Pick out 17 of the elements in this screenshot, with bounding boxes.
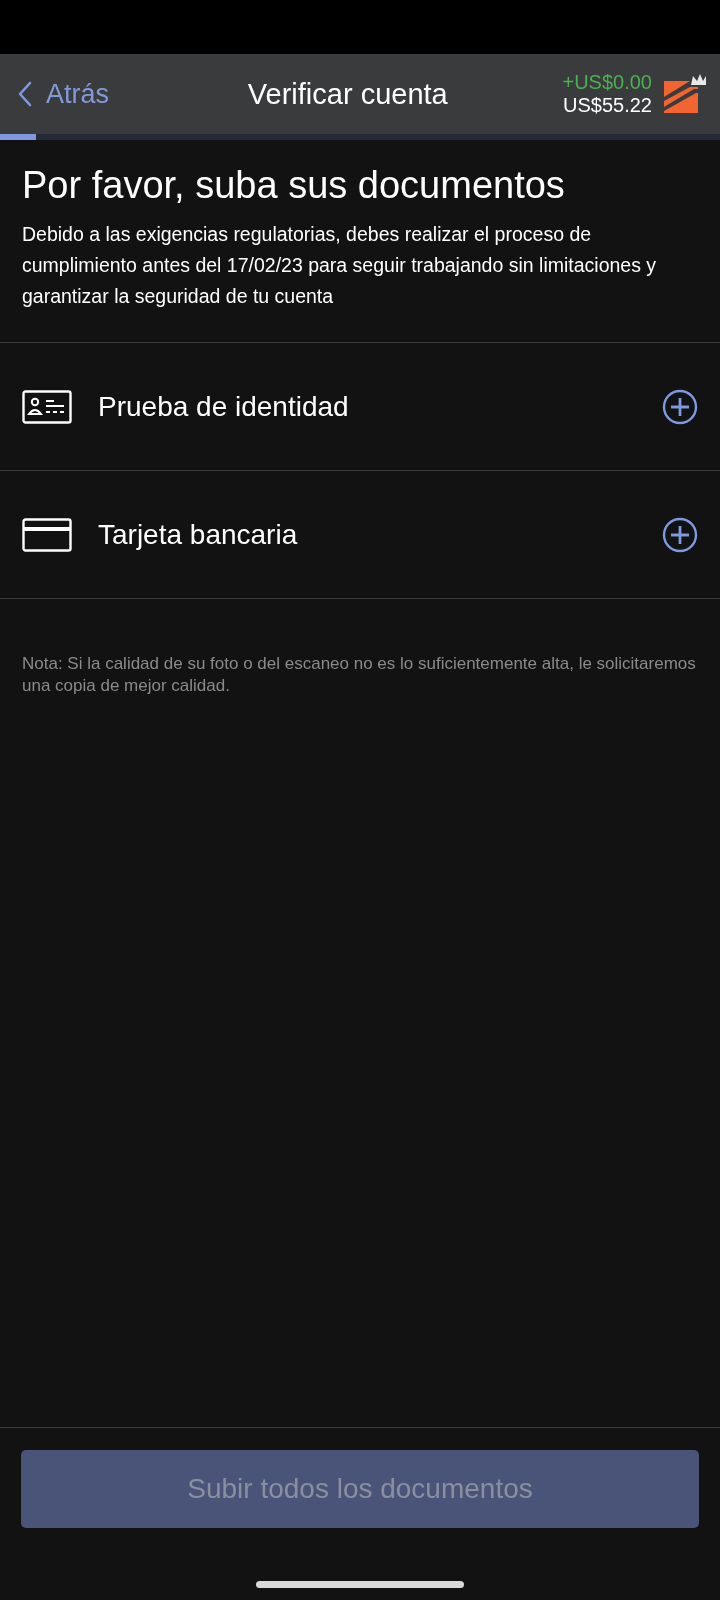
- back-icon: [18, 81, 32, 107]
- credit-card-icon: [22, 517, 72, 552]
- id-card-icon: [22, 389, 72, 424]
- note-text: Nota: Si la calidad de su foto o del escaneo no es lo suficientemente alta, le solicitaremos una copia de mejor calidad.: [22, 653, 697, 697]
- document-label: Tarjeta bancaria: [98, 518, 299, 551]
- intro-text: Debido a las exigencias regulatorias, debes realizar el proceso de cumplimiento antes del 17/02/23 para seguir trabajando sin limitaciones y garantizar la seguridad de tu cuenta: [22, 222, 658, 309]
- balance-amount: US$55.22: [563, 94, 652, 117]
- page-heading: Por favor, suba sus documentos: [22, 164, 566, 207]
- document-label: Prueba de identidad: [98, 390, 350, 423]
- document-row[interactable]: Tarjeta bancaria: [0, 470, 720, 599]
- document-row[interactable]: Prueba de identidad: [0, 342, 720, 470]
- add-icon[interactable]: [662, 516, 698, 553]
- profit-amount: +US$0.00: [562, 71, 652, 94]
- back-button[interactable]: Atrás: [18, 78, 110, 110]
- logo-icon[interactable]: [662, 73, 706, 115]
- screen-title: Verificar cuenta: [246, 77, 449, 111]
- add-icon[interactable]: [662, 388, 698, 425]
